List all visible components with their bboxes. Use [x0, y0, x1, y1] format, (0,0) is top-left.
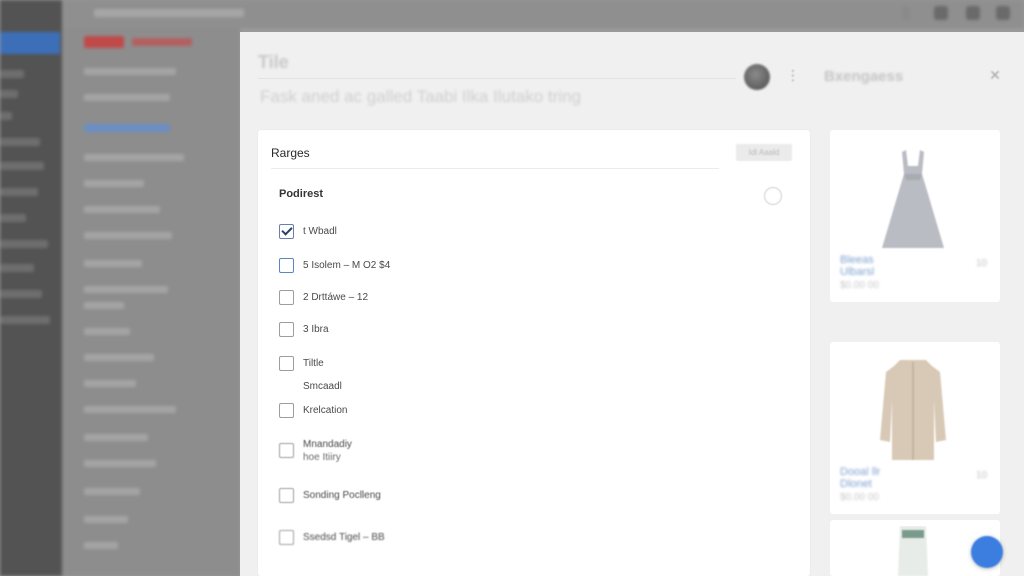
checkbox[interactable] — [279, 258, 294, 273]
product-name[interactable]: Bleeas — [840, 254, 874, 266]
side-line — [84, 232, 172, 239]
side-line — [84, 154, 184, 161]
product-price: $0.00 00 — [840, 492, 879, 503]
side-line — [84, 286, 168, 293]
header-divider — [258, 78, 736, 79]
avatar[interactable] — [744, 64, 770, 90]
left-rail — [0, 0, 62, 576]
filters-divider — [271, 168, 719, 169]
option-sublabel: hoe Itiiry — [303, 452, 341, 463]
side-badge-label — [132, 38, 192, 46]
topbar-icon — [902, 6, 910, 20]
checkbox[interactable] — [279, 530, 294, 545]
filters-title: Rarges — [271, 146, 310, 160]
product-subname: Ulbarsl — [840, 266, 875, 278]
side-line — [84, 180, 144, 187]
option-label: 2 Drttáwe – 12 — [303, 292, 369, 303]
top-bar — [62, 0, 1024, 28]
rail-item — [0, 162, 44, 170]
option-label: Mnandadiy — [303, 439, 352, 450]
rail-item — [0, 316, 50, 324]
side-line — [84, 542, 118, 549]
product-price: $0.00 00 — [840, 280, 879, 291]
rail-item — [0, 264, 34, 272]
side-panel — [62, 0, 240, 576]
rail-item — [0, 188, 38, 196]
product-subname: Dlonet — [840, 478, 872, 490]
checkbox[interactable] — [279, 443, 294, 458]
side-line — [84, 354, 154, 361]
option-label: 3 Ibra — [303, 324, 329, 335]
rail-active-item — [0, 32, 60, 54]
side-line — [84, 68, 176, 75]
panel-title: Bxengaess — [824, 68, 904, 85]
filter-modal: Tile Fask aned ac galled Taabi Ilka Ilut… — [240, 32, 1024, 576]
option-label: Krelcation — [303, 405, 348, 416]
side-line — [84, 380, 136, 387]
topbar-icon — [934, 6, 948, 20]
side-line — [84, 516, 128, 523]
option-label: Sonding Poclleng — [303, 490, 381, 501]
side-line — [84, 434, 148, 441]
info-icon[interactable] — [764, 187, 782, 205]
modal-subtitle: Fask aned ac galled Taabi Ilka Ilutako t… — [260, 87, 581, 106]
rail-item — [0, 70, 24, 78]
option-label: 5 Isolem – M O2 $4 — [303, 260, 391, 271]
option-label: t Wbadl — [303, 226, 337, 237]
rail-item — [0, 138, 40, 146]
side-line — [84, 206, 160, 213]
product-image — [898, 526, 928, 576]
filters-card: Rarges Idl Aaald Podirest t Wbadl 5 Isol… — [258, 130, 810, 576]
checkbox[interactable] — [279, 488, 294, 503]
side-line — [84, 488, 140, 495]
close-icon[interactable]: ✕ — [988, 68, 1002, 82]
product-panel: Bleeas Ulbarsl $0.00 00 10 Dooal llr Dlo… — [824, 130, 1024, 576]
side-badge — [84, 36, 124, 48]
modal-header: Tile Fask aned ac galled Taabi Ilka Ilut… — [240, 32, 1024, 142]
topbar-icon — [966, 6, 980, 20]
product-card[interactable]: Bleeas Ulbarsl $0.00 00 10 — [830, 130, 1000, 302]
rail-item — [0, 214, 26, 222]
side-line — [84, 460, 156, 467]
side-line — [84, 328, 130, 335]
option-label: Tiltle — [303, 358, 324, 369]
rail-item — [0, 112, 12, 120]
checkbox[interactable] — [279, 403, 294, 418]
checkbox[interactable] — [279, 290, 294, 305]
product-card[interactable]: Dooal llr Dlonet $0.00 00 10 — [830, 342, 1000, 514]
checkbox[interactable] — [279, 322, 294, 337]
chat-fab-button[interactable] — [971, 536, 1003, 568]
side-link — [84, 124, 170, 132]
side-line — [84, 260, 142, 267]
checkbox[interactable] — [279, 356, 294, 371]
dress-image — [882, 150, 944, 248]
section-title: Podirest — [279, 188, 324, 200]
modal-title: Tile — [258, 52, 289, 72]
top-bar-text — [94, 9, 244, 17]
rail-item — [0, 290, 42, 298]
topbar-icon — [996, 6, 1010, 20]
option-label: Ssedsd Tigel – BB — [303, 532, 385, 543]
product-qty: 10 — [976, 258, 988, 269]
rail-item — [0, 90, 18, 98]
checkbox-checked[interactable] — [279, 224, 294, 239]
option-label: Smcaadl — [303, 381, 342, 392]
side-line — [84, 94, 170, 101]
filters-action-button[interactable]: Idl Aaald — [736, 144, 792, 161]
product-name[interactable]: Dooal llr — [840, 466, 880, 478]
more-icon[interactable]: ⋮ — [786, 68, 800, 82]
side-line — [84, 406, 176, 413]
coat-image — [880, 360, 946, 460]
product-qty: 10 — [976, 470, 988, 481]
side-line — [84, 302, 124, 309]
rail-item — [0, 240, 48, 248]
